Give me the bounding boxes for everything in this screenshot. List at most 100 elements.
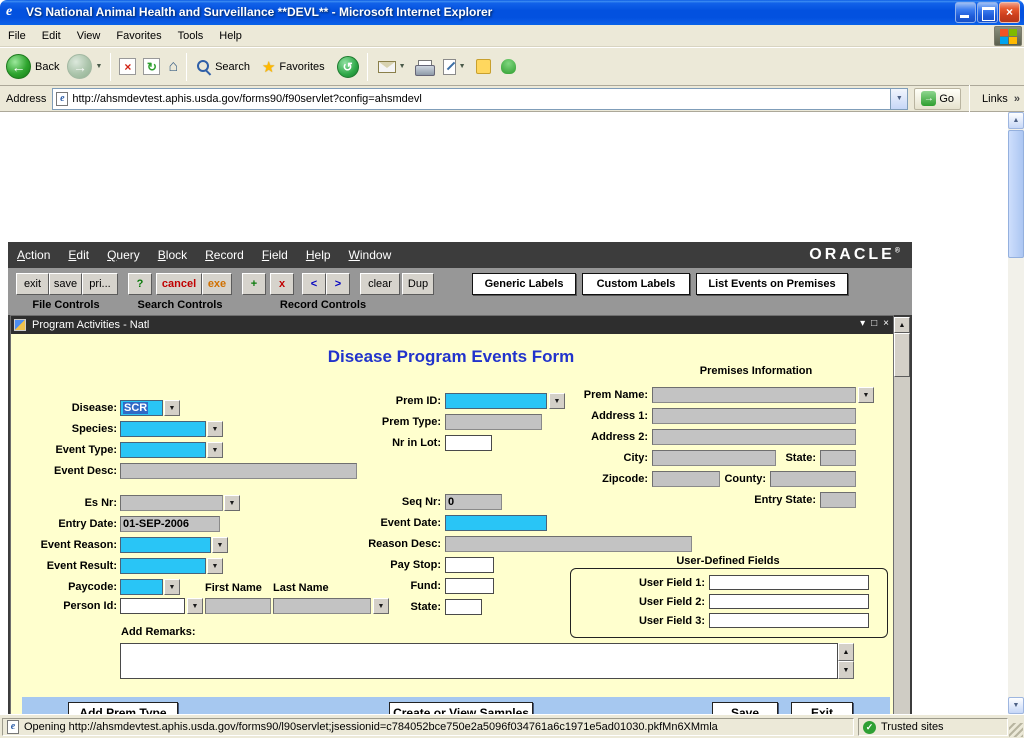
paycode-input[interactable] [120,579,163,595]
print-icon[interactable] [415,60,433,74]
oracle-menu-query[interactable]: Query [98,248,149,262]
duplicate-record-button[interactable]: Dup [402,273,434,295]
generic-labels-button[interactable]: Generic Labels [472,273,576,295]
maximize-button[interactable] [977,2,998,23]
minimize-button[interactable] [955,2,976,23]
event-result-dropdown-button[interactable]: ▼ [207,558,223,574]
mdi-window-title: Program Activities - Natl [32,319,149,331]
clear-record-button[interactable]: clear [360,273,400,295]
home-icon[interactable]: ⌂ [168,58,178,76]
applet-scroll-up-button[interactable]: ▲ [894,317,910,333]
favorites-button-label[interactable]: Favorites [279,61,324,73]
oracle-menu-action[interactable]: Action [8,248,59,262]
address-input[interactable]: e http://ahsmdevtest.aphis.usda.gov/form… [52,88,908,110]
event-reason-dropdown-button[interactable]: ▼ [212,537,228,553]
custom-labels-button[interactable]: Custom Labels [582,273,690,295]
refresh-icon[interactable]: ↻ [143,58,160,75]
insert-record-button[interactable]: + [242,273,266,295]
prem-id-input[interactable] [445,393,547,409]
event-type-input[interactable] [120,442,206,458]
state-input[interactable] [445,599,482,615]
mdi-close-button[interactable]: × [883,318,889,329]
oracle-menu-window[interactable]: Window [340,248,401,262]
es-nr-dropdown-button[interactable]: ▼ [224,495,240,511]
oracle-menu-block[interactable]: Block [149,248,196,262]
nr-in-lot-input[interactable] [445,435,492,451]
go-button[interactable]: → Go [914,88,961,110]
species-dropdown-button[interactable]: ▼ [207,421,223,437]
applet-scrollbar-thumb[interactable] [894,333,910,377]
execute-query-button[interactable]: exe [202,273,232,295]
add-remarks-textarea[interactable] [120,643,838,679]
page-scrollbar-thumb[interactable] [1008,130,1024,258]
forward-icon[interactable]: → [67,54,92,79]
oracle-menu-help[interactable]: Help [297,248,340,262]
species-input[interactable] [120,421,206,437]
previous-record-button[interactable]: < [302,273,326,295]
forward-dropdown-icon[interactable]: ▼ [95,63,102,70]
remove-record-button[interactable]: x [270,273,294,295]
discuss-icon[interactable] [476,59,491,74]
menu-edit[interactable]: Edit [34,27,69,45]
oracle-menu-edit[interactable]: Edit [59,248,98,262]
address-url[interactable]: http://ahsmdevtest.aphis.usda.gov/forms9… [72,93,421,105]
remarks-scroll-up-button[interactable]: ▲ [838,643,854,661]
resize-grip[interactable] [1009,723,1023,737]
edit-icon[interactable] [443,59,456,75]
menu-view[interactable]: View [69,27,109,45]
page-scrollbar[interactable]: ▲ ▼ [1008,112,1024,714]
event-type-dropdown-button[interactable]: ▼ [207,442,223,458]
menu-file[interactable]: File [0,27,34,45]
address-dropdown-button[interactable]: ▼ [890,89,907,109]
mdi-titlebar[interactable]: Program Activities - Natl ▾ □ × [11,316,893,334]
enter-query-button[interactable]: ? [128,273,152,295]
stop-icon[interactable]: × [119,58,136,75]
messenger-icon[interactable] [501,59,516,74]
next-record-button[interactable]: > [326,273,350,295]
print-button[interactable]: pri... [82,273,118,295]
user-field-2-input[interactable] [709,594,869,609]
security-zone-label: Trusted sites [881,721,944,733]
paycode-dropdown-button[interactable]: ▼ [164,579,180,595]
page-scroll-down-button[interactable]: ▼ [1008,697,1024,714]
disease-input[interactable]: SCR [120,400,163,416]
pay-stop-input[interactable] [445,557,494,573]
person-id-dropdown-button[interactable]: ▼ [187,598,203,614]
favorites-icon[interactable]: ★ [262,58,275,76]
event-result-input[interactable] [120,558,206,574]
menu-favorites[interactable]: Favorites [108,27,169,45]
exit-button[interactable]: exit [16,273,49,295]
remarks-scroll-down-button[interactable]: ▼ [838,661,854,679]
applet-scrollbar[interactable]: ▲ ▼ [894,317,910,738]
links-chevron[interactable]: » [1014,93,1020,105]
oracle-menu-record[interactable]: Record [196,248,253,262]
fund-input[interactable] [445,578,494,594]
page-scroll-up-button[interactable]: ▲ [1008,112,1024,129]
mail-dropdown-icon[interactable]: ▼ [399,63,406,70]
search-icon[interactable] [197,60,211,74]
history-icon[interactable]: ↺ [337,56,359,78]
mdi-minimize-button[interactable]: ▾ [860,318,865,329]
back-button-label[interactable]: Back [35,61,59,73]
oracle-menu-field[interactable]: Field [253,248,297,262]
mdi-restore-button[interactable]: □ [871,318,877,329]
event-date-input[interactable] [445,515,547,531]
cancel-query-button[interactable]: cancel [156,273,202,295]
search-button-label[interactable]: Search [215,61,250,73]
prem-name-dropdown-button[interactable]: ▼ [858,387,874,403]
save-button[interactable]: save [49,273,82,295]
menu-tools[interactable]: Tools [170,27,212,45]
disease-dropdown-button[interactable]: ▼ [164,400,180,416]
user-defined-fields-header: User-Defined Fields [623,555,833,567]
back-icon[interactable]: ← [6,54,31,79]
user-field-3-input[interactable] [709,613,869,628]
event-reason-input[interactable] [120,537,211,553]
links-label[interactable]: Links [982,93,1008,105]
person-id-input[interactable] [120,598,185,614]
close-button[interactable]: × [999,2,1020,23]
user-field-1-input[interactable] [709,575,869,590]
list-events-on-premises-button[interactable]: List Events on Premises [696,273,848,295]
edit-dropdown-icon[interactable]: ▼ [459,63,466,70]
mail-icon[interactable] [378,61,396,73]
menu-help[interactable]: Help [211,27,250,45]
